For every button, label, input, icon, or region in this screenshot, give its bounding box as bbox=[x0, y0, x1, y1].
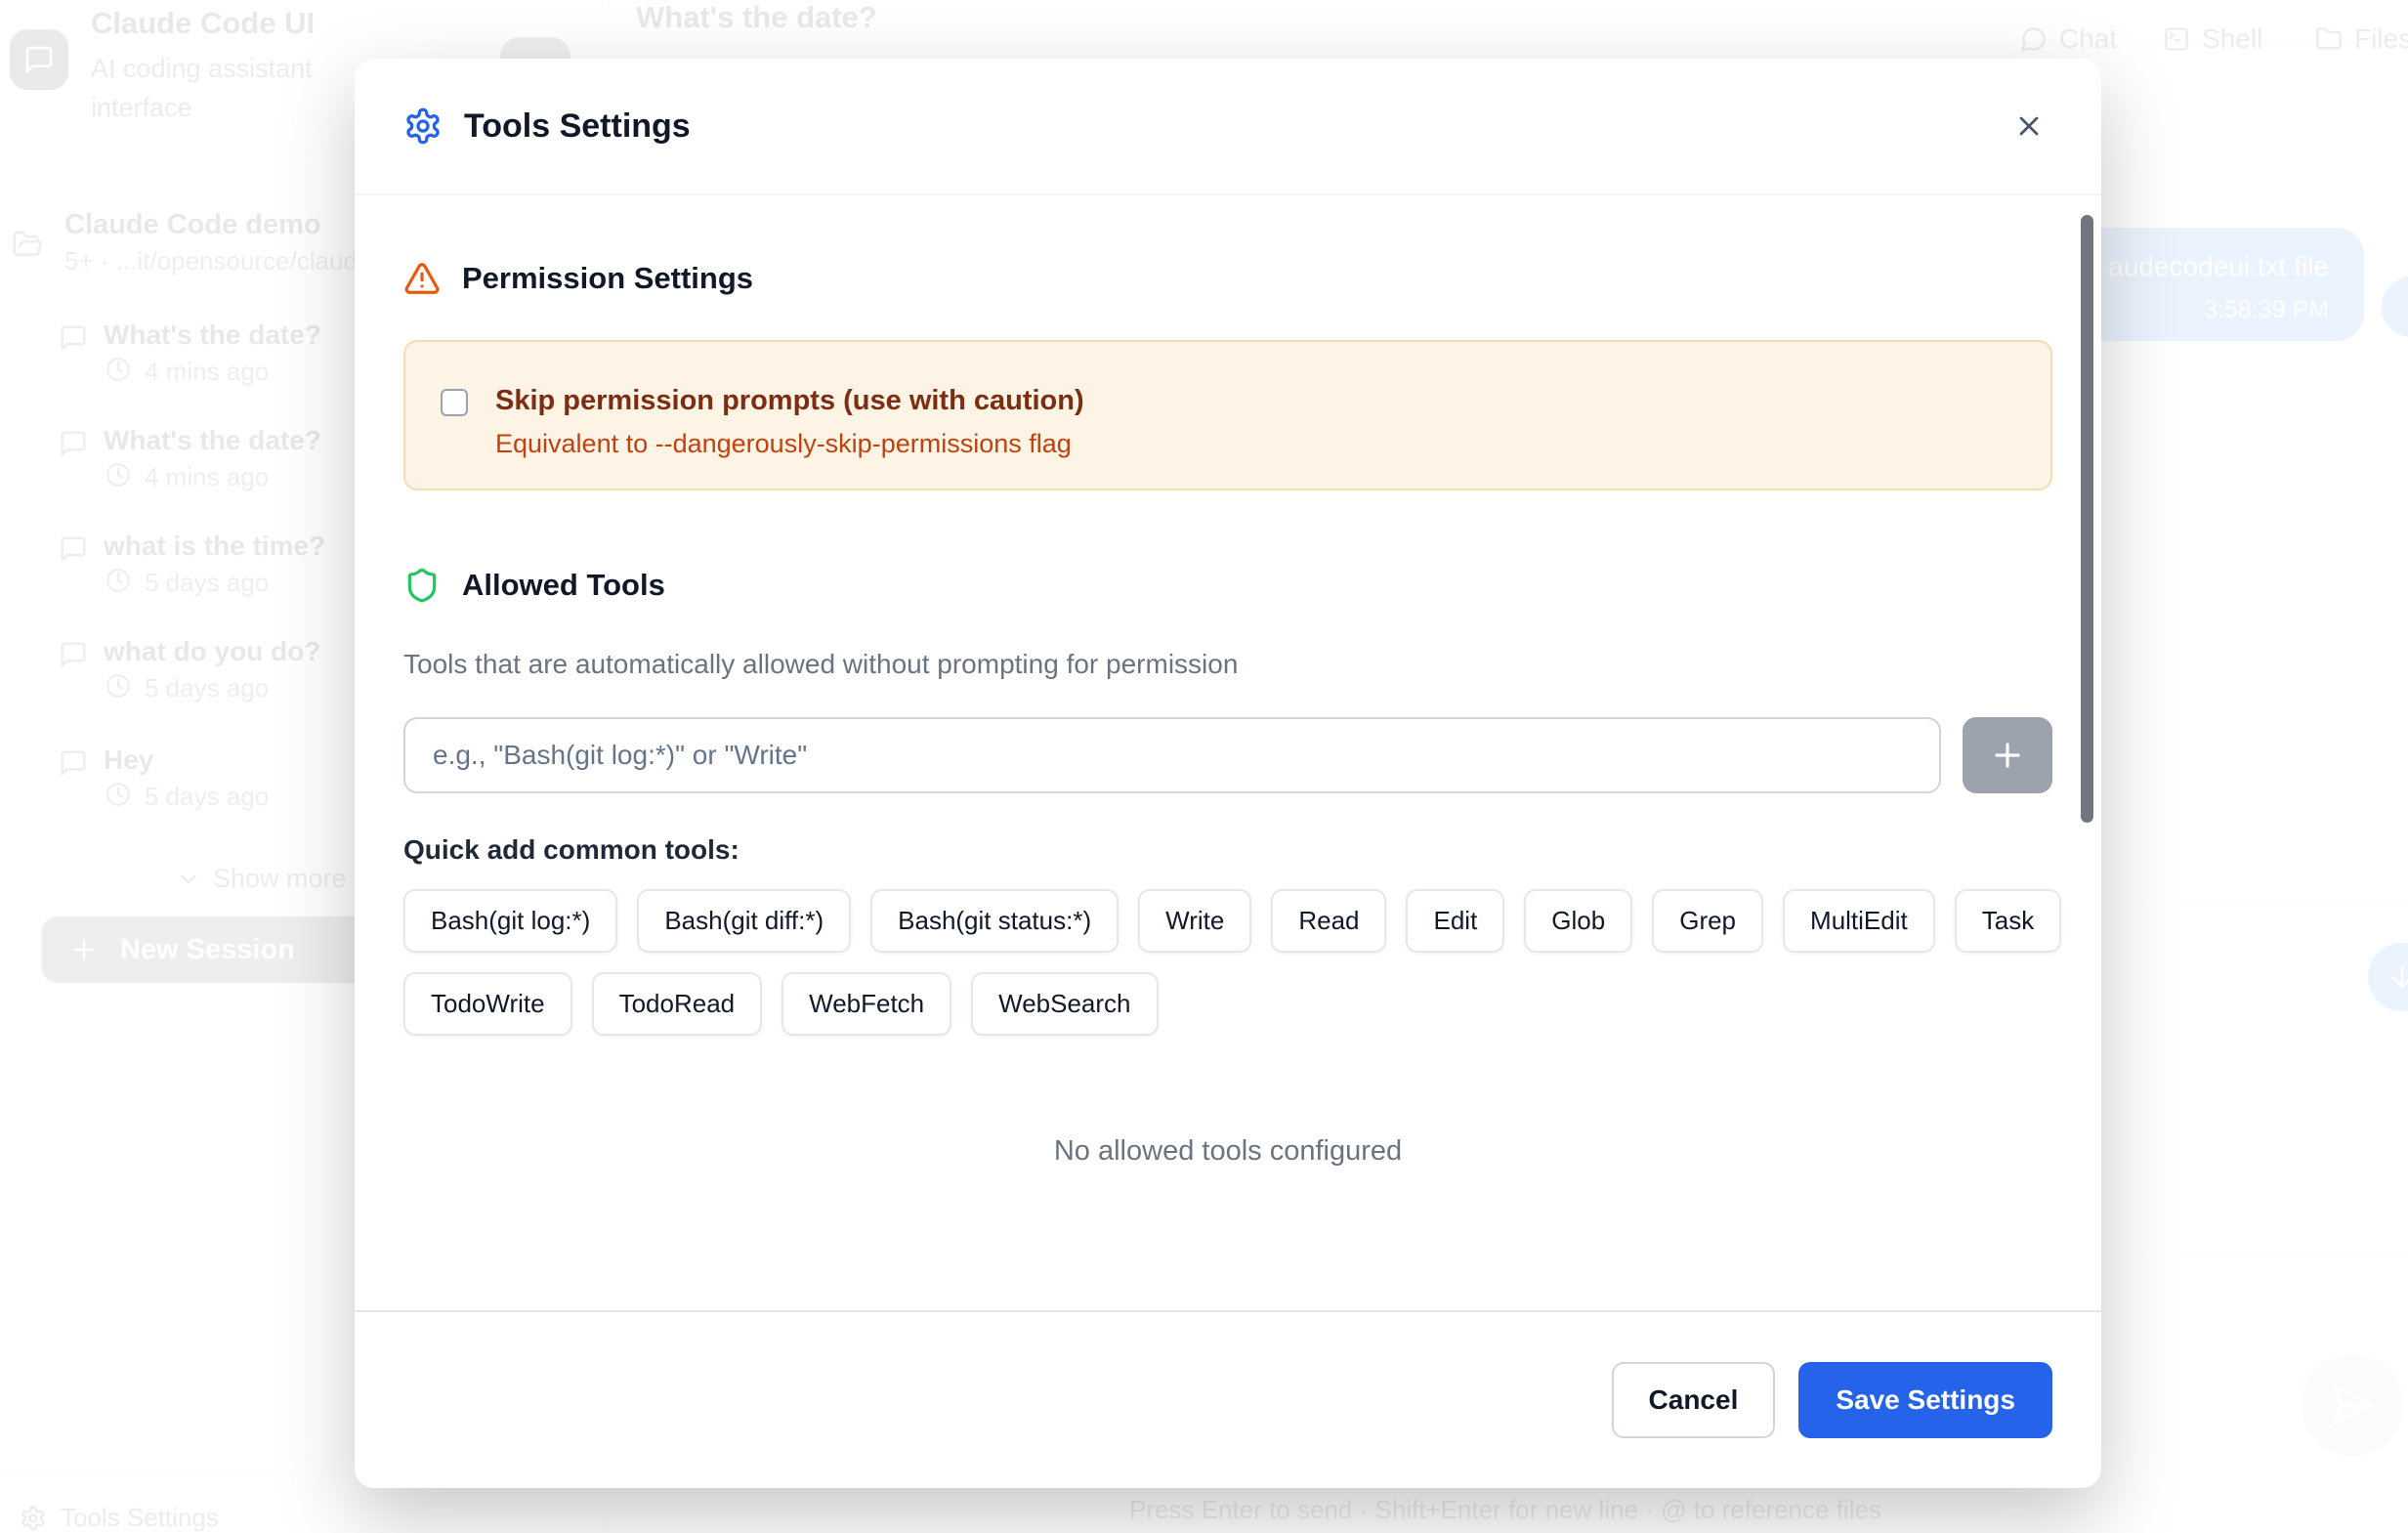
quick-tools-row-1: Bash(git log:*) Bash(git diff:*) Bash(gi… bbox=[403, 889, 2052, 953]
modal-header: Tools Settings bbox=[355, 59, 2101, 195]
quick-tool-chip[interactable]: Bash(git diff:*) bbox=[637, 889, 851, 953]
modal-scrollbar-thumb[interactable] bbox=[2081, 215, 2093, 823]
no-allowed-tools-message: No allowed tools configured bbox=[403, 1135, 2052, 1168]
skip-permissions-checkbox[interactable] bbox=[441, 389, 468, 416]
modal-footer: Cancel Save Settings bbox=[355, 1310, 2101, 1488]
quick-tool-chip[interactable]: TodoRead bbox=[592, 972, 763, 1036]
shield-icon bbox=[403, 567, 441, 604]
quick-tool-chip[interactable]: Write bbox=[1138, 889, 1251, 953]
save-settings-button[interactable]: Save Settings bbox=[1798, 1362, 2052, 1438]
allowed-tools-description: Tools that are automatically allowed wit… bbox=[403, 649, 2052, 680]
quick-tool-chip[interactable]: Edit bbox=[1406, 889, 1504, 953]
warning-triangle-icon bbox=[403, 260, 441, 297]
skip-permissions-subtitle: Equivalent to --dangerously-skip-permiss… bbox=[495, 429, 1084, 459]
quick-tool-chip[interactable]: Task bbox=[1955, 889, 2061, 953]
quick-tool-chip[interactable]: Bash(git log:*) bbox=[403, 889, 617, 953]
quick-tool-chip[interactable]: TodoWrite bbox=[403, 972, 572, 1036]
allowed-tools-section-heading: Allowed Tools bbox=[403, 567, 2052, 604]
section-title: Allowed Tools bbox=[462, 568, 665, 603]
quick-tool-chip[interactable]: Grep bbox=[1652, 889, 1763, 953]
quick-tools-row-2: TodoWrite TodoRead WebFetch WebSearch bbox=[403, 972, 2052, 1036]
modal-title: Tools Settings bbox=[464, 107, 691, 146]
quick-tool-chip[interactable]: WebSearch bbox=[971, 972, 1158, 1036]
quick-tool-chip[interactable]: MultiEdit bbox=[1783, 889, 1935, 953]
quick-tool-chip[interactable]: Bash(git status:*) bbox=[870, 889, 1119, 953]
skip-permissions-option: Skip permission prompts (use with cautio… bbox=[403, 340, 2052, 490]
permission-settings-section-heading: Permission Settings bbox=[403, 260, 2052, 297]
close-icon bbox=[2013, 110, 2045, 142]
section-title: Permission Settings bbox=[462, 261, 753, 296]
add-tool-row bbox=[403, 717, 2052, 793]
cancel-button[interactable]: Cancel bbox=[1612, 1362, 1776, 1438]
quick-tool-chip[interactable]: Read bbox=[1271, 889, 1386, 953]
close-button[interactable] bbox=[2006, 103, 2052, 149]
quick-tool-chip[interactable]: WebFetch bbox=[782, 972, 951, 1036]
gear-icon bbox=[403, 106, 443, 146]
plus-icon bbox=[1989, 737, 2026, 774]
quick-add-label: Quick add common tools: bbox=[403, 834, 2052, 866]
quick-tool-chip[interactable]: Glob bbox=[1524, 889, 1632, 953]
add-tool-button[interactable] bbox=[1963, 717, 2052, 793]
allowed-tool-input[interactable] bbox=[403, 717, 1941, 793]
modal-body: Permission Settings Skip permission prom… bbox=[355, 260, 2101, 1345]
tools-settings-modal: Tools Settings Permission Settings Skip … bbox=[355, 59, 2101, 1488]
skip-permissions-text: Skip permission prompts (use with cautio… bbox=[495, 385, 1084, 459]
skip-permissions-title: Skip permission prompts (use with cautio… bbox=[495, 385, 1084, 417]
